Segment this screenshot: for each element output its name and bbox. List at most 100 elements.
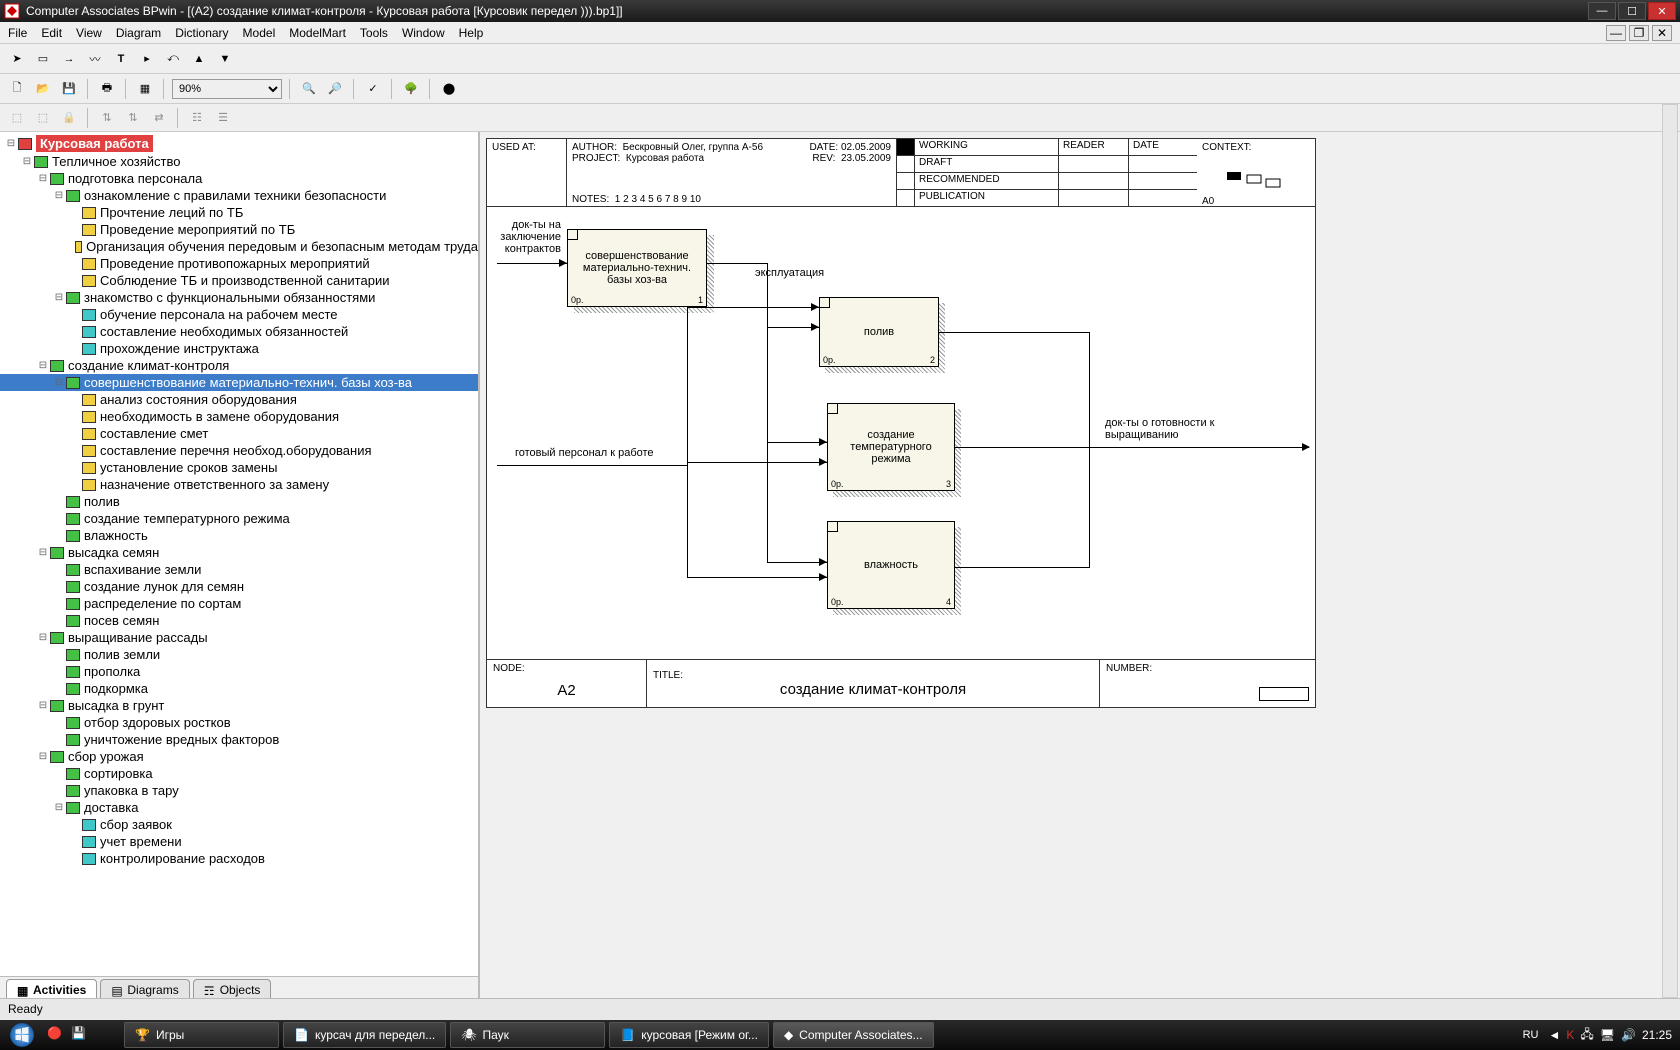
minimize-button[interactable]: — bbox=[1588, 2, 1616, 20]
activity-box-4[interactable]: влажность 0р. 4 bbox=[827, 521, 955, 609]
taskbar-item[interactable]: 📘курсовая [Режим ог... bbox=[609, 1022, 769, 1048]
tray-icon[interactable]: ◄ bbox=[1548, 1028, 1560, 1042]
quicklaunch-icon[interactable]: 🔴 bbox=[47, 1026, 65, 1044]
activity-box-1[interactable]: совершенствование материально-технич. ба… bbox=[567, 229, 707, 307]
spellcheck-button[interactable]: ✓ bbox=[362, 78, 384, 100]
taskbar-item-active[interactable]: ◆Computer Associates... bbox=[773, 1022, 934, 1048]
taskbar-item[interactable]: 🕷Паук bbox=[450, 1022, 605, 1048]
tab-objects[interactable]: ☶Objects bbox=[193, 979, 272, 1000]
menu-help[interactable]: Help bbox=[459, 26, 484, 40]
tree-item[interactable]: Проведение мероприятий по ТБ bbox=[0, 221, 478, 238]
goto-sibling-up[interactable]: ▲ bbox=[188, 48, 210, 70]
menu-modelmart[interactable]: ModelMart bbox=[289, 26, 346, 40]
activity-box-3[interactable]: создание температурного режима 0р. 3 bbox=[827, 403, 955, 491]
tree-item-selected[interactable]: ⊟совершенствование материально-технич. б… bbox=[0, 374, 478, 391]
tree-item[interactable]: необходимость в замене оборудования bbox=[0, 408, 478, 425]
tree-item[interactable]: ⊟высадка в грунт bbox=[0, 697, 478, 714]
menu-window[interactable]: Window bbox=[402, 26, 445, 40]
tree-item[interactable]: ⊟Тепличное хозяйство bbox=[0, 153, 478, 170]
tree-item[interactable]: Соблюдение ТБ и производственной санитар… bbox=[0, 272, 478, 289]
start-button[interactable] bbox=[0, 1020, 44, 1050]
open-button[interactable]: 📂 bbox=[32, 78, 54, 100]
tree-item[interactable]: ⊟знакомство с функциональными обязанност… bbox=[0, 289, 478, 306]
tree-root[interactable]: ⊟ Курсовая работа bbox=[0, 134, 478, 153]
tree-view[interactable]: ⊟ Курсовая работа ⊟Тепличное хозяйство ⊟… bbox=[0, 132, 478, 976]
new-button[interactable]: 🗋 bbox=[6, 78, 28, 100]
menu-dictionary[interactable]: Dictionary bbox=[175, 26, 228, 40]
tab-diagrams[interactable]: ▤Diagrams bbox=[100, 979, 189, 1000]
menu-view[interactable]: View bbox=[76, 26, 102, 40]
taskbar-item[interactable]: 📄курсач для передел... bbox=[283, 1022, 446, 1048]
tree-item[interactable]: обучение персонала на рабочем месте bbox=[0, 306, 478, 323]
clock[interactable]: 21:25 bbox=[1642, 1028, 1672, 1042]
tree-item[interactable]: ⊟высадка семян bbox=[0, 544, 478, 561]
menu-tools[interactable]: Tools bbox=[360, 26, 388, 40]
tree-item[interactable]: Организация обучения передовым и безопас… bbox=[0, 238, 478, 255]
tree-item[interactable]: упаковка в тару bbox=[0, 782, 478, 799]
tree-item[interactable]: учет времени bbox=[0, 833, 478, 850]
menu-file[interactable]: File bbox=[8, 26, 27, 40]
tree-item[interactable]: ⊟доставка bbox=[0, 799, 478, 816]
tree-item[interactable]: полив bbox=[0, 493, 478, 510]
tree-item[interactable]: создание лунок для семян bbox=[0, 578, 478, 595]
tree-item[interactable]: полив земли bbox=[0, 646, 478, 663]
tree-item[interactable]: назначение ответственного за замену bbox=[0, 476, 478, 493]
activity-box-2[interactable]: полив 0р. 2 bbox=[819, 297, 939, 367]
mdi-close[interactable]: ✕ bbox=[1652, 25, 1672, 41]
menu-diagram[interactable]: Diagram bbox=[116, 26, 161, 40]
tree-item[interactable]: вспахивание земли bbox=[0, 561, 478, 578]
quicklaunch-icon[interactable]: 💾 bbox=[71, 1026, 89, 1044]
menu-model[interactable]: Model bbox=[243, 26, 276, 40]
tray-icon[interactable]: K bbox=[1566, 1028, 1574, 1042]
tree-item[interactable]: прополка bbox=[0, 663, 478, 680]
tree-item[interactable]: ⊟создание климат-контроля bbox=[0, 357, 478, 374]
tree-item[interactable]: отбор здоровых ростков bbox=[0, 714, 478, 731]
model-explorer-button[interactable]: 🌳 bbox=[400, 78, 422, 100]
tree-item[interactable]: контролирование расходов bbox=[0, 850, 478, 867]
tree-item[interactable]: подкормка bbox=[0, 680, 478, 697]
text-tool[interactable]: T bbox=[110, 48, 132, 70]
tree-item[interactable]: уничтожение вредных факторов bbox=[0, 731, 478, 748]
diagram-canvas[interactable]: USED AT: AUTHOR: Бескровный Олег, группа… bbox=[480, 132, 1680, 1000]
tree-item[interactable]: составление перечня необход.оборудования bbox=[0, 442, 478, 459]
mdi-minimize[interactable]: — bbox=[1606, 25, 1626, 41]
goto-sibling-down[interactable]: ▼ bbox=[214, 48, 236, 70]
diagram-manager-tool[interactable]: ▸ bbox=[136, 48, 158, 70]
language-indicator[interactable]: RU bbox=[1519, 1029, 1543, 1041]
tab-activities[interactable]: ▦Activities bbox=[6, 979, 97, 1000]
tree-item[interactable]: сортировка bbox=[0, 765, 478, 782]
zoom-in-button[interactable]: 🔍 bbox=[298, 78, 320, 100]
zoom-out-button[interactable]: 🔎 bbox=[324, 78, 346, 100]
modelmart-connect-button[interactable]: ⬤ bbox=[438, 78, 460, 100]
tree-item[interactable]: установление сроков замены bbox=[0, 459, 478, 476]
tray-icon[interactable]: 🖥 bbox=[1600, 1028, 1615, 1042]
tree-item[interactable]: ⊟сбор урожая bbox=[0, 748, 478, 765]
taskbar-item[interactable]: 🏆Игры bbox=[124, 1022, 279, 1048]
tree-item[interactable]: прохождение инструктажа bbox=[0, 340, 478, 357]
squiggle-tool[interactable]: 〰 bbox=[84, 48, 106, 70]
tree-item[interactable]: распределение по сортам bbox=[0, 595, 478, 612]
report-button[interactable]: ▦ bbox=[134, 78, 156, 100]
tree-item[interactable]: составление смет bbox=[0, 425, 478, 442]
close-button[interactable]: ✕ bbox=[1648, 2, 1676, 20]
mdi-restore[interactable]: ❐ bbox=[1629, 25, 1649, 41]
zoom-select[interactable]: 90% bbox=[172, 79, 282, 99]
tree-item[interactable]: создание температурного режима bbox=[0, 510, 478, 527]
tree-item[interactable]: ⊟ознакомление с правилами техники безопа… bbox=[0, 187, 478, 204]
tree-item[interactable]: посев семян bbox=[0, 612, 478, 629]
tree-item[interactable]: влажность bbox=[0, 527, 478, 544]
pointer-tool[interactable]: ➤ bbox=[6, 48, 28, 70]
tree-item[interactable]: ⊟выращивание рассады bbox=[0, 629, 478, 646]
goto-parent-tool[interactable]: ⤺ bbox=[162, 48, 184, 70]
vertical-scrollbar[interactable] bbox=[1662, 104, 1678, 998]
arrow-tool[interactable]: → bbox=[58, 48, 80, 70]
tree-item[interactable]: Проведение противопожарных мероприятий bbox=[0, 255, 478, 272]
tree-item[interactable]: анализ состояния оборудования bbox=[0, 391, 478, 408]
save-button[interactable]: 💾 bbox=[58, 78, 80, 100]
tree-item[interactable]: Прочтение леций по ТБ bbox=[0, 204, 478, 221]
tree-item[interactable]: составление необходимых обязанностей bbox=[0, 323, 478, 340]
tray-icon[interactable]: 🖧 bbox=[1580, 1025, 1593, 1046]
tree-item[interactable]: сбор заявок bbox=[0, 816, 478, 833]
volume-icon[interactable]: 🔊 bbox=[1621, 1028, 1636, 1042]
print-button[interactable]: 🖶 bbox=[96, 78, 118, 100]
